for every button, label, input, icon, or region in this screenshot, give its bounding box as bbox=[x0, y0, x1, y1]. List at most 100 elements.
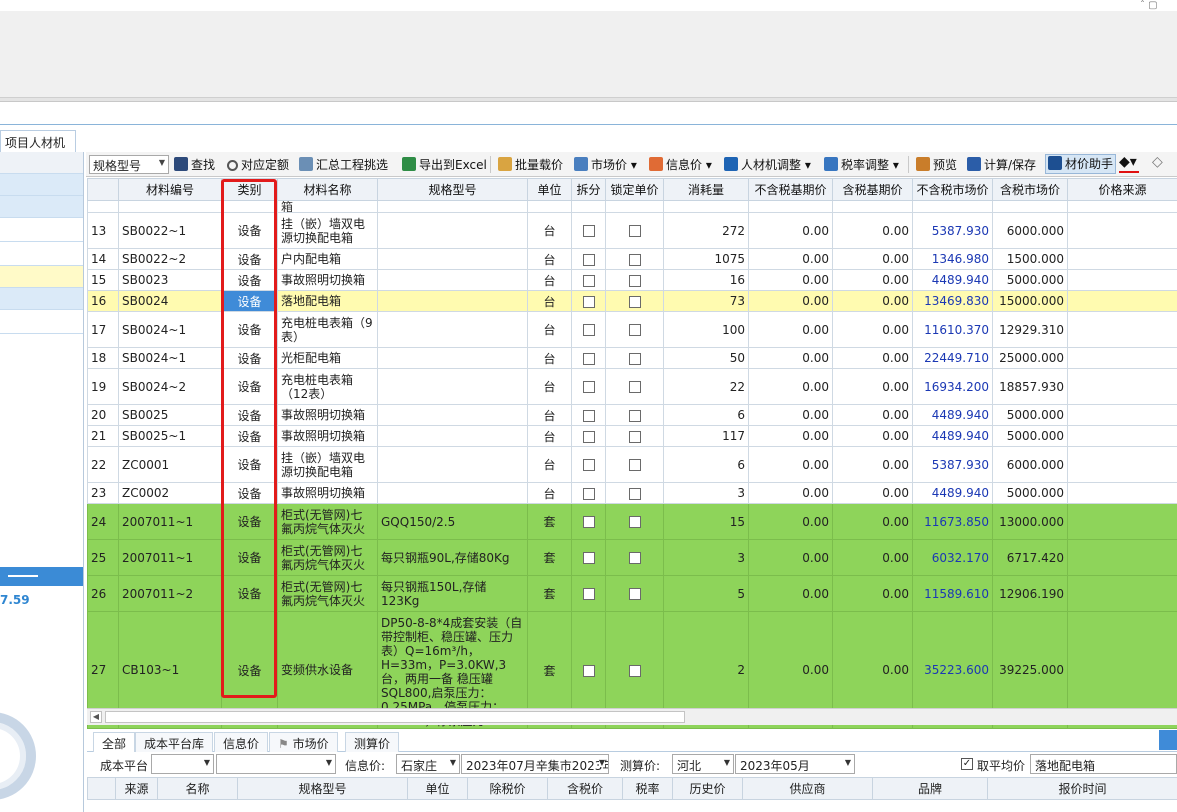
split-checkbox[interactable] bbox=[571, 575, 606, 612]
base-price-tax-cell[interactable]: 0.00 bbox=[832, 212, 913, 249]
market-price-tax-cell[interactable]: 5000.000 bbox=[992, 404, 1068, 426]
quantity-cell[interactable]: 6 bbox=[663, 446, 749, 483]
price-source-cell[interactable] bbox=[1067, 290, 1177, 312]
spec-cell[interactable] bbox=[377, 446, 528, 483]
row-number[interactable]: 25 bbox=[87, 539, 119, 576]
quantity-cell[interactable]: 3 bbox=[663, 482, 749, 504]
unit-cell[interactable]: 套 bbox=[527, 575, 572, 612]
price-source-cell[interactable] bbox=[1067, 212, 1177, 249]
market-price-tax-cell[interactable]: 1500.000 bbox=[992, 248, 1068, 270]
quantity-cell[interactable]: 5 bbox=[663, 575, 749, 612]
checkbox[interactable] bbox=[582, 664, 595, 677]
row-number[interactable]: 15 bbox=[87, 269, 119, 291]
base-price-cell[interactable]: 0.00 bbox=[748, 368, 833, 405]
base-price-cell[interactable]: 0.00 bbox=[748, 404, 833, 426]
checkbox[interactable] bbox=[582, 352, 595, 365]
table-row[interactable]: 25 2007011~1 设备 柜式(无管网)七氟丙烷气体灭火 每只钢瓶90L,存储80… bbox=[87, 539, 1177, 576]
spec-cell[interactable] bbox=[377, 290, 528, 312]
unit-cell[interactable]: 台 bbox=[527, 446, 572, 483]
material-name-cell[interactable]: 充电桩电表箱（9表） bbox=[277, 311, 378, 348]
lock-price-checkbox[interactable] bbox=[605, 290, 664, 312]
checkbox[interactable] bbox=[628, 516, 641, 528]
category-cell[interactable]: 设备 bbox=[221, 368, 278, 405]
row-number[interactable]: 13 bbox=[87, 212, 119, 249]
table-row[interactable]: 20 SB0025 设备 事故照明切换箱台 6 0.00 0.00 4489.940 5000.… bbox=[87, 404, 1177, 426]
eraser-icon[interactable]: ◇ bbox=[1152, 154, 1163, 172]
tax-rate-adjust-button[interactable]: 税率调整 ▾ bbox=[824, 156, 899, 174]
base-price-tax-cell[interactable]: 0.00 bbox=[832, 290, 913, 312]
quantity-cell[interactable]: 16 bbox=[663, 269, 749, 291]
price-column-header[interactable]: 单位 bbox=[407, 777, 468, 800]
quantity-cell[interactable]: 50 bbox=[663, 347, 749, 369]
checkbox[interactable] bbox=[628, 588, 641, 600]
table-row[interactable]: 13 SB0022~1 设备 挂（嵌）墙双电源切换配电箱台 272 0.00 0.00 538… bbox=[87, 212, 1177, 249]
info-period-select[interactable]: 2023年07月辛集市2023年 ▼ bbox=[461, 754, 609, 774]
material-code-cell[interactable]: SB0022~1 bbox=[118, 212, 222, 249]
base-price-cell[interactable]: 0.00 bbox=[748, 212, 833, 249]
calc-period-select[interactable]: 2023年05月 ▼ bbox=[735, 754, 855, 774]
unit-cell[interactable]: 台 bbox=[527, 482, 572, 504]
material-name-cell[interactable]: 光柜配电箱 bbox=[277, 347, 378, 369]
lock-price-checkbox[interactable] bbox=[605, 311, 664, 348]
price-source-cell[interactable] bbox=[1067, 269, 1177, 291]
market-price-cell[interactable]: 5387.930 bbox=[912, 212, 993, 249]
base-price-tax-cell[interactable]: 0.00 bbox=[832, 446, 913, 483]
quantity-cell[interactable]: 1075 bbox=[663, 248, 749, 270]
checkbox[interactable] bbox=[628, 664, 641, 677]
lock-price-checkbox[interactable] bbox=[605, 212, 664, 249]
unit-cell[interactable]: 台 bbox=[527, 311, 572, 348]
quantity-cell[interactable]: 3 bbox=[663, 539, 749, 576]
lock-price-checkbox[interactable] bbox=[605, 269, 664, 291]
panel-toggle-button[interactable] bbox=[1159, 730, 1177, 750]
market-price-tax-cell[interactable]: 6000.000 bbox=[992, 446, 1068, 483]
spec-cell[interactable] bbox=[377, 482, 528, 504]
market-price-cell[interactable]: 13469.830 bbox=[912, 290, 993, 312]
table-row[interactable]: 16 SB0024 设备 落地配电箱台 73 0.00 0.00 13469.830 15000… bbox=[87, 290, 1177, 312]
spec-cell[interactable] bbox=[377, 347, 528, 369]
checkbox[interactable] bbox=[582, 381, 595, 393]
column-header[interactable]: 规格型号 bbox=[377, 178, 528, 201]
info-price-button[interactable]: 信息价 ▾ bbox=[649, 156, 712, 174]
material-name-cell[interactable]: 充电桩电表箱（12表） bbox=[277, 368, 378, 405]
market-price-cell[interactable]: 5387.930 bbox=[912, 446, 993, 483]
spec-cell[interactable] bbox=[377, 311, 528, 348]
price-source-cell[interactable] bbox=[1067, 446, 1177, 483]
tree-item[interactable] bbox=[0, 196, 83, 218]
material-code-cell[interactable]: SB0025 bbox=[118, 404, 222, 426]
market-price-cell[interactable]: 4489.940 bbox=[912, 404, 993, 426]
checkbox[interactable] bbox=[628, 295, 641, 308]
labor-material-adjust-button[interactable]: 人材机调整 ▾ bbox=[724, 156, 811, 174]
quantity-cell[interactable]: 22 bbox=[663, 368, 749, 405]
price-source-cell[interactable] bbox=[1067, 503, 1177, 540]
cost-platform-select-2[interactable]: ▼ bbox=[216, 754, 336, 774]
column-header[interactable]: 类别 bbox=[221, 178, 278, 201]
material-code-cell[interactable]: ZC0001 bbox=[118, 446, 222, 483]
row-number[interactable]: 18 bbox=[87, 347, 119, 369]
tree-item[interactable] bbox=[0, 310, 83, 334]
summary-pick-button[interactable]: 汇总工程挑选 bbox=[299, 156, 388, 174]
base-price-cell[interactable]: 0.00 bbox=[748, 539, 833, 576]
column-header[interactable]: 价格来源 bbox=[1067, 178, 1177, 201]
unit-cell[interactable]: 台 bbox=[527, 404, 572, 426]
row-number[interactable]: 22 bbox=[87, 446, 119, 483]
split-checkbox[interactable] bbox=[571, 290, 606, 312]
lock-price-checkbox[interactable] bbox=[605, 404, 664, 426]
split-checkbox[interactable] bbox=[571, 539, 606, 576]
table-row[interactable]: 17 SB0024~1 设备 充电桩电表箱（9表）台 100 0.00 0.00 11610.… bbox=[87, 311, 1177, 348]
market-price-cell[interactable]: 4489.940 bbox=[912, 269, 993, 291]
material-search-input[interactable]: 落地配电箱 bbox=[1030, 754, 1177, 774]
spec-cell[interactable] bbox=[377, 212, 528, 249]
row-number[interactable]: 14 bbox=[87, 248, 119, 270]
quantity-cell[interactable]: 117 bbox=[663, 425, 749, 447]
checkbox[interactable] bbox=[582, 552, 595, 564]
category-cell[interactable]: 设备 bbox=[221, 425, 278, 447]
category-cell[interactable]: 设备 bbox=[221, 575, 278, 612]
tab-market-price[interactable]: ⚑ 市场价 bbox=[269, 732, 338, 752]
category-cell[interactable]: 设备 bbox=[221, 404, 278, 426]
market-price-tax-cell[interactable]: 5000.000 bbox=[992, 425, 1068, 447]
window-controls[interactable]: ˆ ▢ bbox=[1140, 0, 1158, 11]
material-name-cell[interactable]: 事故照明切换箱 bbox=[277, 269, 378, 291]
price-source-cell[interactable] bbox=[1067, 539, 1177, 576]
column-header[interactable]: 材料编号 bbox=[118, 178, 222, 201]
material-name-cell[interactable]: 事故照明切换箱 bbox=[277, 404, 378, 426]
